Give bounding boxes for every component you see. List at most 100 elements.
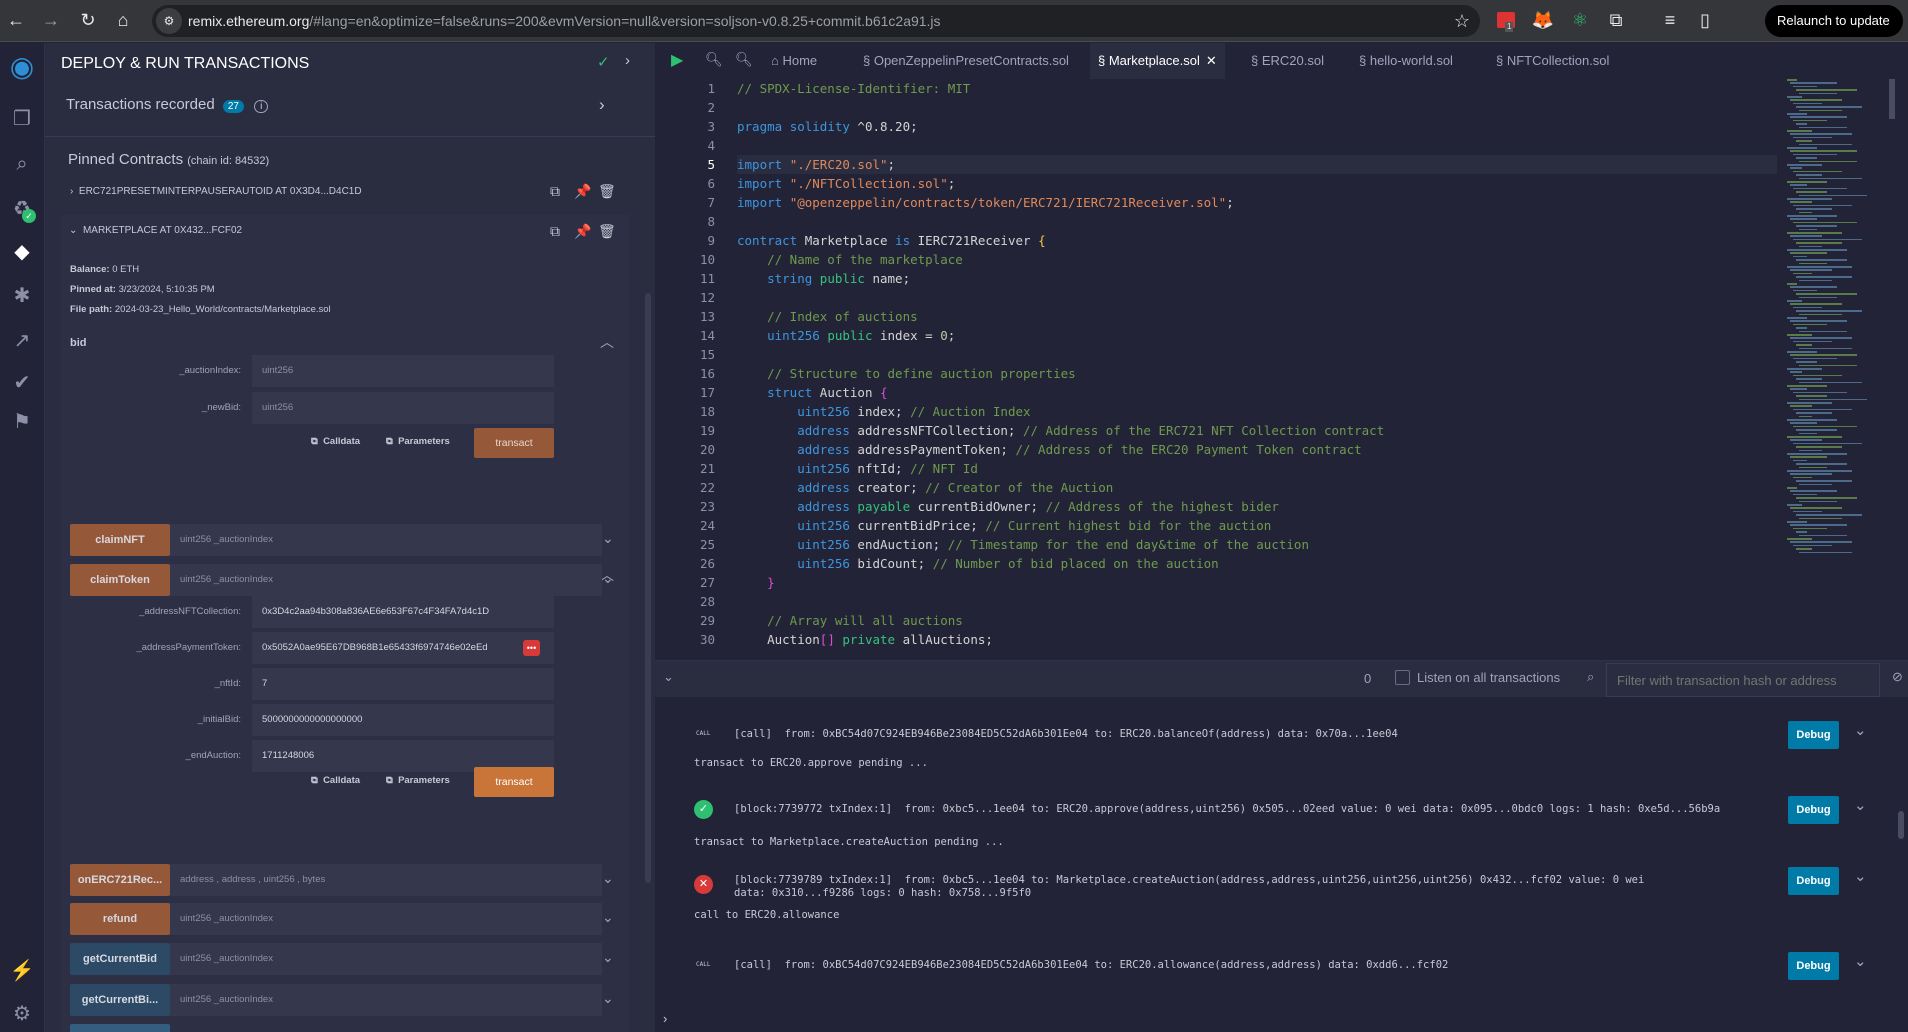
terminal-scrollbar[interactable] <box>1898 811 1904 839</box>
bid-transact-button[interactable]: transact <box>474 428 554 458</box>
transactions-recorded[interactable]: Transactions recorded 27 i <box>66 96 269 113</box>
chevron-up-icon[interactable]: ︿ <box>600 332 614 352</box>
zoom-in-icon[interactable]: 🔍︎ <box>735 51 753 68</box>
code-line[interactable]: // Structure to define auction propertie… <box>737 364 1777 383</box>
side-panel-icon[interactable]: ▯ <box>1693 8 1717 32</box>
chevron-right-icon[interactable]: › <box>625 52 630 69</box>
chevron-down-icon[interactable]: ⌄ <box>602 949 614 966</box>
function-button-claimnft[interactable]: claimNFT <box>70 524 170 556</box>
chevron-right-icon[interactable]: › <box>70 186 73 197</box>
code-line[interactable]: uint256 nftId; // NFT Id <box>737 459 1777 478</box>
relaunch-button[interactable]: Relaunch to update ⋮ <box>1765 5 1903 60</box>
calldata-button[interactable]: ⧉ Calldata <box>311 775 360 786</box>
code-line[interactable]: Auction[] private allAuctions; <box>737 630 1777 649</box>
listen-all-checkbox[interactable] <box>1395 670 1410 685</box>
close-tab-icon[interactable]: ✕ <box>1206 53 1217 68</box>
learneth-icon[interactable]: ⚑ <box>8 408 36 436</box>
code-editor[interactable]: 1// SPDX-License-Identifier: MIT 2 3 pragma… <box>655 79 1779 659</box>
metamask-icon[interactable]: 🦊 <box>1531 8 1555 32</box>
function-button-getcurrentbi[interactable]: getCurrentBi... <box>70 984 170 1016</box>
tab-home[interactable]: ⌂ Home <box>763 43 825 79</box>
code-line[interactable]: import "@openzeppelin/contracts/token/ER… <box>737 193 1777 212</box>
code-line[interactable] <box>737 592 1777 611</box>
auction-index-input[interactable]: uint256 <box>252 355 554 387</box>
remix-logo-icon[interactable]: ◉ <box>8 53 36 81</box>
extensions-puzzle-icon[interactable]: ⧉ <box>1604 8 1628 32</box>
tab-hello-world[interactable]: § hello-world.sol <box>1351 43 1461 79</box>
chevron-down-icon[interactable]: ⌄ <box>602 870 614 887</box>
file-explorer-icon[interactable]: ❐ <box>8 105 36 133</box>
tab-marketplace[interactable]: § Marketplace.sol ✕ <box>1090 43 1225 79</box>
expand-log-chevron-icon[interactable]: ⌄ <box>1854 952 1867 970</box>
code-line[interactable]: string public name; <box>737 269 1777 288</box>
react-devtools-icon[interactable]: ⚛ <box>1568 8 1592 32</box>
function-button-onerc721rec[interactable]: onERC721Rec... <box>70 864 170 896</box>
code-line[interactable]: // Array will all auctions <box>737 611 1777 630</box>
chevron-down-icon[interactable]: ⌄ <box>69 225 77 236</box>
debugger-icon[interactable]: ✱ <box>8 282 36 310</box>
pin-icon[interactable]: 📌 <box>574 183 591 200</box>
trash-icon[interactable]: 🗑 <box>598 183 616 200</box>
function-args-input[interactable]: uint256 _auctionIndex <box>170 943 602 975</box>
code-line[interactable]: // Name of the marketplace <box>737 250 1777 269</box>
media-control-icon[interactable]: ≡ <box>1658 8 1682 32</box>
code-line[interactable]: address addressPaymentToken; // Address … <box>737 440 1777 459</box>
debug-button[interactable]: Debug <box>1788 952 1839 980</box>
code-line[interactable]: address creator; // Creator of the Aucti… <box>737 478 1777 497</box>
plugin-manager-icon[interactable]: ⚡ <box>8 957 36 985</box>
code-line[interactable] <box>737 345 1777 364</box>
code-line[interactable]: // SPDX-License-Identifier: MIT <box>737 79 1777 98</box>
minimap-slider[interactable] <box>1889 79 1895 119</box>
code-line[interactable] <box>737 288 1777 307</box>
collapse-terminal-icon[interactable]: ⌄ <box>663 669 674 685</box>
code-line[interactable]: import "./NFTCollection.sol"; <box>737 174 1777 193</box>
clear-console-icon[interactable]: ⊘ <box>1892 669 1903 685</box>
home-icon[interactable]: ⌂ <box>111 8 135 32</box>
code-line[interactable] <box>737 136 1777 155</box>
chevron-down-icon[interactable]: ⌄ <box>602 530 614 547</box>
create-auction-transact-button[interactable]: transact <box>474 767 554 797</box>
unit-testing-icon[interactable]: ✔ <box>8 369 36 397</box>
code-line[interactable]: uint256 public index = 0; <box>737 326 1777 345</box>
pinned-contract-row[interactable]: › ERC721PRESETMINTERPAUSERAUTOID AT 0X3D… <box>70 186 362 197</box>
pin-icon[interactable]: 📌 <box>574 223 591 240</box>
zoom-out-icon[interactable]: 🔍︎ <box>705 51 723 68</box>
expand-log-chevron-icon[interactable]: ⌄ <box>1854 721 1867 739</box>
code-line[interactable]: struct Auction { <box>737 383 1777 402</box>
forward-icon[interactable]: → <box>39 8 63 32</box>
address-bar[interactable]: ⚙ remix.ethereum.org/#lang=en&optimize=f… <box>152 5 1480 37</box>
deploy-run-icon[interactable]: ◆ <box>8 238 36 266</box>
tab-openzeppelinpresetcontracts[interactable]: § OpenZeppelinPresetContracts.sol <box>855 43 1077 79</box>
debug-button[interactable]: Debug <box>1788 867 1839 895</box>
minimap[interactable] <box>1779 79 1897 659</box>
param-input[interactable]: 0x3D4c2aa94b308a836AE6e653F67c4F34FA7d4c… <box>252 596 554 628</box>
code-line[interactable]: pragma solidity ^0.8.20; <box>737 117 1777 136</box>
code-line[interactable]: uint256 index; // Auction Index <box>737 402 1777 421</box>
solidity-compiler-icon[interactable]: ♻ ✓ <box>8 195 36 223</box>
code-line[interactable]: uint256 endAuction; // Timestamp for the… <box>737 535 1777 554</box>
code-line[interactable]: uint256 bidCount; // Number of bid place… <box>737 554 1777 573</box>
tab-nftcollection[interactable]: § NFTCollection.sol <box>1488 43 1617 79</box>
chevron-down-icon[interactable]: ⌄ <box>602 990 614 1007</box>
debug-button[interactable]: Debug <box>1788 796 1839 824</box>
parameters-button[interactable]: ⧉ Parameters <box>386 436 450 447</box>
expand-log-chevron-icon[interactable]: ⌄ <box>1854 867 1867 885</box>
chevron-down-icon[interactable]: ⌄ <box>602 570 614 587</box>
calldata-button[interactable]: ⧉ Calldata <box>311 436 360 447</box>
contract-header[interactable]: ⌄ MARKETPLACE AT 0X432...FCF02 <box>69 225 242 236</box>
debug-button[interactable]: Debug <box>1788 721 1839 749</box>
trash-icon[interactable]: 🗑 <box>598 223 616 240</box>
function-args-input[interactable]: uint256 _auctionIndex <box>170 564 602 596</box>
password-manager-icon[interactable]: ••• <box>523 640 540 656</box>
code-line[interactable] <box>737 212 1777 231</box>
function-button-refund[interactable]: refund <box>70 903 170 935</box>
bookmark-star-icon[interactable]: ☆ <box>1454 11 1470 32</box>
reload-icon[interactable]: ↻ <box>76 8 100 32</box>
code-line[interactable]: // Index of auctions <box>737 307 1777 326</box>
back-icon[interactable]: ← <box>4 8 28 32</box>
info-icon[interactable]: i <box>254 100 269 113</box>
code-line[interactable] <box>737 98 1777 117</box>
new-bid-input[interactable]: uint256 <box>252 392 554 424</box>
tab-erc20[interactable]: § ERC20.sol <box>1243 43 1332 79</box>
settings-gear-icon[interactable]: ⚙ <box>8 1000 36 1028</box>
